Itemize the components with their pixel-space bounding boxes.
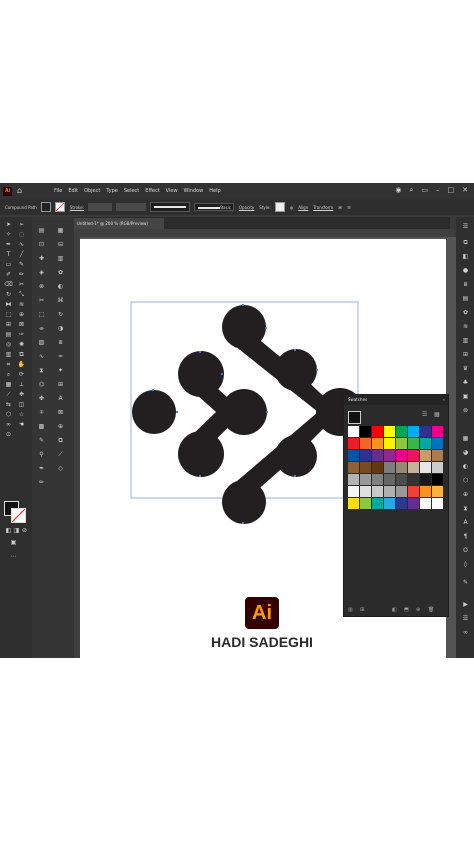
swatch-cell[interactable] xyxy=(420,474,431,485)
brand-name: HADI SADEGHI xyxy=(211,634,313,650)
swatch-cell[interactable] xyxy=(408,486,419,497)
ai-brand-logo: Ai xyxy=(245,597,279,629)
swatch-cell[interactable] xyxy=(348,486,359,497)
swatch-cell[interactable] xyxy=(384,486,395,497)
swatch-cell[interactable] xyxy=(420,438,431,449)
swatch-cell[interactable] xyxy=(348,462,359,473)
swatch-cell[interactable] xyxy=(360,462,371,473)
swatch-grid xyxy=(348,426,443,509)
swatch-cell[interactable] xyxy=(432,498,443,509)
swatches-panel-title: Swatches xyxy=(348,397,368,402)
swatch-cell[interactable] xyxy=(372,498,383,509)
swatch-cell[interactable] xyxy=(408,426,419,437)
list-view-icon[interactable]: ☰ xyxy=(422,411,433,422)
swatch-cell[interactable] xyxy=(396,498,407,509)
swatch-cell[interactable] xyxy=(360,486,371,497)
swatch-cell[interactable] xyxy=(372,438,383,449)
panel-collapse-icon[interactable]: « xyxy=(443,395,445,405)
swatch-cell[interactable] xyxy=(396,450,407,461)
swatch-cell[interactable] xyxy=(432,438,443,449)
swatch-cell[interactable] xyxy=(372,426,383,437)
swatch-cell[interactable] xyxy=(360,426,371,437)
swatch-cell[interactable] xyxy=(420,498,431,509)
swatch-cell[interactable] xyxy=(348,438,359,449)
illustrator-window: Ai ⌂ File Edit Object Type Select Effect… xyxy=(0,183,474,658)
swatch-cell[interactable] xyxy=(360,498,371,509)
logo-dot-1 xyxy=(132,390,176,434)
swatch-cell[interactable] xyxy=(396,426,407,437)
swatch-cell[interactable] xyxy=(360,438,371,449)
swatch-options-icon[interactable]: ◧ xyxy=(392,607,397,613)
swatch-cell[interactable] xyxy=(348,474,359,485)
swatch-cell[interactable] xyxy=(384,462,395,473)
swatch-cell[interactable] xyxy=(408,462,419,473)
swatch-cell[interactable] xyxy=(420,486,431,497)
grid-view-icon[interactable]: ▦ xyxy=(434,411,445,422)
library-menu-icon[interactable]: ▥ xyxy=(348,607,353,613)
swatch-cell[interactable] xyxy=(348,450,359,461)
swatch-cell[interactable] xyxy=(420,462,431,473)
swatch-cell[interactable] xyxy=(396,474,407,485)
swatch-cell[interactable] xyxy=(432,486,443,497)
new-swatch-icon[interactable]: ⊕ xyxy=(416,607,420,613)
swatch-cell[interactable] xyxy=(432,462,443,473)
swatch-cell[interactable] xyxy=(408,498,419,509)
swatch-cell[interactable] xyxy=(432,450,443,461)
swatch-cell[interactable] xyxy=(372,474,383,485)
swatch-cell[interactable] xyxy=(360,450,371,461)
show-kinds-icon[interactable]: ⊞ xyxy=(360,607,364,613)
swatch-cell[interactable] xyxy=(384,438,395,449)
swatch-cell[interactable] xyxy=(408,450,419,461)
swatch-cell[interactable] xyxy=(408,474,419,485)
delete-swatch-icon[interactable]: 🗑 xyxy=(428,607,434,613)
swatch-cell[interactable] xyxy=(396,438,407,449)
swatch-cell[interactable] xyxy=(372,486,383,497)
swatch-cell[interactable] xyxy=(348,426,359,437)
new-color-group-icon[interactable]: ⬒ xyxy=(404,607,409,613)
swatch-cell[interactable] xyxy=(420,450,431,461)
swatch-cell[interactable] xyxy=(420,426,431,437)
swatch-cell[interactable] xyxy=(432,474,443,485)
swatches-panel-header: Swatches « xyxy=(344,395,448,405)
swatch-cell[interactable] xyxy=(384,450,395,461)
swatch-cell[interactable] xyxy=(396,486,407,497)
swatch-cell[interactable] xyxy=(372,450,383,461)
swatch-cell[interactable] xyxy=(432,426,443,437)
swatch-cell[interactable] xyxy=(348,498,359,509)
swatch-cell[interactable] xyxy=(384,426,395,437)
fill-stroke-proxy-icon[interactable] xyxy=(348,411,361,424)
swatches-panel: Swatches « ☰ ▦ ▥ ⊞ ◧ ⬒ ⊕ 🗑 xyxy=(343,394,449,617)
swatch-cell[interactable] xyxy=(408,438,419,449)
compound-path-logo[interactable] xyxy=(132,305,364,524)
swatch-cell[interactable] xyxy=(396,462,407,473)
swatch-cell[interactable] xyxy=(360,474,371,485)
swatch-cell[interactable] xyxy=(384,498,395,509)
swatches-footer: ▥ ⊞ ◧ ⬒ ⊕ 🗑 xyxy=(344,606,448,616)
swatch-cell[interactable] xyxy=(372,462,383,473)
swatch-cell[interactable] xyxy=(384,474,395,485)
